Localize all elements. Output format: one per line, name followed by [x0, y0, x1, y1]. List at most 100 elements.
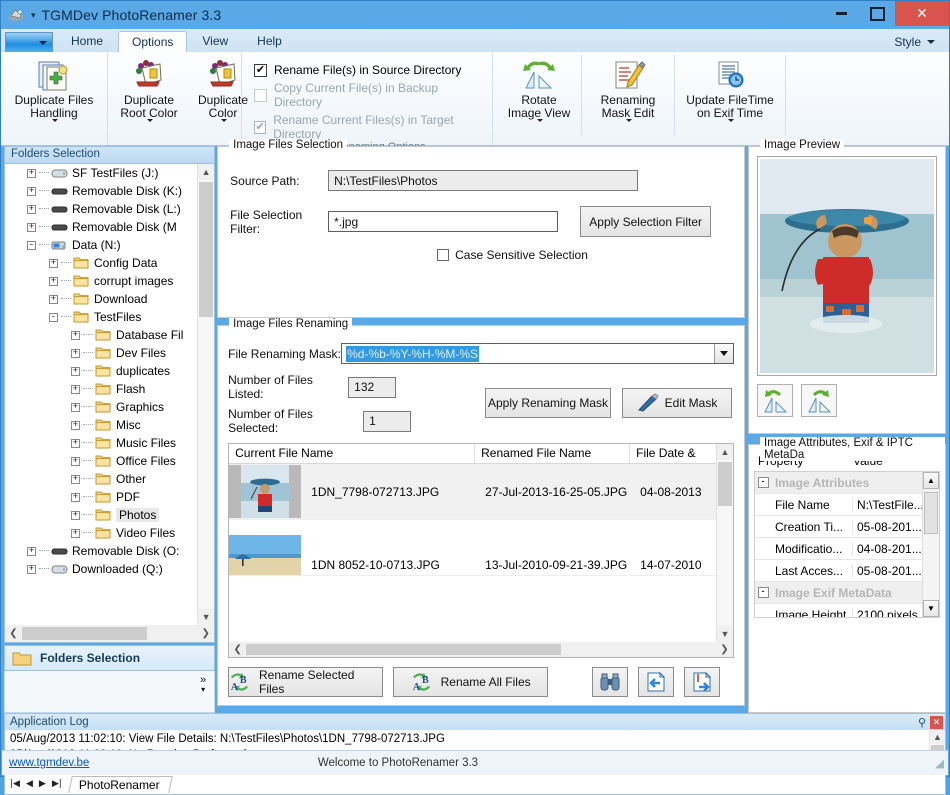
tree-item[interactable]: + Office Files — [5, 452, 198, 470]
tree-expander[interactable]: + — [27, 564, 36, 574]
tree-expander[interactable]: + — [27, 186, 36, 196]
renaming-mask-edit-button[interactable]: Renaming Mask Edit — [582, 55, 675, 136]
tree-expander[interactable]: + — [71, 492, 80, 502]
close-icon[interactable]: ✕ — [930, 715, 943, 729]
apply-renaming-mask-button[interactable]: Apply Renaming Mask — [485, 387, 611, 418]
tree-expander[interactable]: + — [49, 276, 58, 286]
tree-vertical-scrollbar[interactable]: ▲ ▼ — [197, 164, 215, 625]
case-sensitive-checkbox[interactable] — [437, 249, 450, 261]
tree-expander[interactable]: - — [49, 312, 58, 322]
scroll-thumb[interactable] — [246, 644, 562, 655]
find-files-button[interactable] — [592, 667, 629, 697]
attributes-group-row[interactable]: - Image Attributes — [755, 472, 923, 494]
scroll-right-button[interactable]: ❯ — [716, 644, 733, 655]
rename-all-files-button[interactable]: A B Rename All Files — [393, 667, 549, 697]
tree-expander[interactable]: + — [71, 510, 80, 520]
duplicate-root-color-button[interactable]: Duplicate Root Color — [112, 55, 186, 122]
tab-options[interactable]: Options — [118, 31, 188, 53]
scroll-thumb[interactable] — [718, 462, 732, 506]
website-link[interactable]: www.tgmdev.be — [9, 757, 89, 769]
tree-expander[interactable]: + — [71, 348, 80, 358]
nav-next-button[interactable]: ▶ — [37, 779, 48, 789]
checkbox-copy-in-backup[interactable]: Copy Current File(s) in Backup Directory — [254, 81, 488, 109]
file-list-horizontal-scrollbar[interactable]: ❮ ❯ — [229, 642, 733, 657]
apply-selection-filter-button[interactable]: Apply Selection Filter — [580, 206, 712, 237]
tree-expander[interactable]: + — [71, 456, 80, 466]
checkbox-rename-in-source[interactable]: ✔ Rename File(s) in Source Directory — [254, 63, 488, 77]
image-preview-frame[interactable] — [757, 156, 937, 376]
scroll-up-button[interactable]: ▲ — [717, 444, 733, 460]
tree-item[interactable]: + Download — [5, 290, 198, 308]
tree-expander[interactable]: + — [27, 168, 36, 178]
scroll-thumb[interactable] — [924, 492, 938, 534]
edit-mask-button[interactable]: Edit Mask — [622, 387, 732, 418]
chevron-down-icon[interactable] — [714, 344, 733, 363]
rotate-left-button[interactable] — [757, 384, 793, 417]
maximize-button[interactable] — [859, 1, 895, 26]
tree-item[interactable]: + Removable Disk (O: — [5, 542, 198, 560]
tree-expander[interactable]: - — [27, 240, 36, 250]
attributes-row[interactable]: Last Acces... 05-08-201... — [755, 560, 923, 582]
tree-expander[interactable]: + — [27, 222, 36, 232]
tree-item[interactable]: + SF TestFiles (J:) — [5, 164, 198, 182]
tree-item[interactable]: + Video Files — [5, 524, 198, 542]
column-renamed-file-name[interactable]: Renamed File Name — [475, 444, 631, 463]
tree-item[interactable]: + Other — [5, 470, 198, 488]
tree-expander[interactable]: + — [71, 438, 80, 448]
tree-expander[interactable]: + — [71, 330, 80, 340]
scroll-up-button[interactable]: ▲ — [930, 730, 945, 744]
scroll-right-button[interactable]: ❯ — [197, 628, 214, 639]
minimize-button[interactable] — [823, 1, 859, 26]
tree-item[interactable]: + Dev Files — [5, 344, 198, 362]
folder-tree[interactable]: +CD Drive (E:)+ACER (F:)+Win7 (G:)+Stora… — [5, 164, 198, 625]
tree-horizontal-scrollbar[interactable]: ❮ ❯ — [5, 625, 215, 642]
scroll-left-button[interactable]: ❮ — [229, 644, 246, 655]
nav-first-button[interactable]: |◀ — [8, 779, 22, 789]
tree-item[interactable]: + PDF — [5, 488, 198, 506]
app-menu-button[interactable] — [5, 32, 53, 52]
scroll-down-button[interactable]: ▼ — [923, 600, 939, 617]
attributes-row[interactable]: Modificatio... 04-08-201... — [755, 538, 923, 560]
duplicate-files-handling-button[interactable]: Duplicate Files Handling — [9, 55, 100, 122]
file-renaming-mask-combobox[interactable]: %d-%b-%Y-%H-%M-%S — [341, 343, 734, 364]
table-row[interactable]: 1DN_7798-072713.JPG 27-Jul-2013-16-25-05… — [229, 464, 733, 520]
scroll-down-button[interactable]: ▼ — [198, 609, 215, 625]
tree-expander[interactable]: + — [71, 420, 80, 430]
file-list-vertical-scrollbar[interactable]: ▲ ▼ — [716, 444, 733, 642]
tree-item[interactable]: + Photos — [5, 506, 198, 524]
sheet-tab-photorenamer[interactable]: PhotoRenamer — [67, 775, 173, 793]
attributes-scrollbar[interactable]: ▲ ▼ — [922, 472, 939, 617]
nav-prev-button[interactable]: ◀ — [24, 779, 35, 789]
update-filetime-on-exif-time-button[interactable]: Update FileTime on Exif Time — [675, 55, 786, 136]
column-current-file-name[interactable]: Current File Name — [229, 444, 476, 463]
tree-expander[interactable]: + — [71, 528, 80, 538]
tree-item[interactable]: + Flash — [5, 380, 198, 398]
tree-expander[interactable]: + — [71, 474, 80, 484]
nav-last-button[interactable]: ▶| — [50, 779, 64, 789]
rename-selected-files-button[interactable]: A B Rename Selected Files — [228, 667, 384, 697]
tree-expander[interactable]: + — [27, 546, 36, 556]
group-expander[interactable]: - — [755, 587, 771, 598]
attributes-row[interactable]: File Name N:\TestFile... — [755, 494, 923, 516]
file-selection-filter-input[interactable]: *.jpg — [328, 211, 559, 232]
tree-item[interactable]: + corrupt images — [5, 272, 198, 290]
tree-expander[interactable]: + — [71, 366, 80, 376]
tree-expander[interactable]: + — [49, 258, 58, 268]
attributes-grid[interactable]: - Image Attributes File Name N:\TestFile...… — [754, 471, 940, 618]
tree-expander[interactable]: + — [27, 204, 36, 214]
tree-expander[interactable]: + — [71, 384, 80, 394]
tree-expander[interactable]: + — [71, 402, 80, 412]
tree-item[interactable]: - Data (N:) — [5, 236, 198, 254]
rotate-right-button[interactable] — [801, 384, 837, 417]
attributes-row[interactable]: Creation Ti... 05-08-201... — [755, 516, 923, 538]
tree-item[interactable]: + duplicates — [5, 362, 198, 380]
scroll-left-button[interactable]: ❮ — [5, 628, 22, 639]
dock-item-folders-selection[interactable]: Folders Selection — [4, 645, 216, 671]
tree-item[interactable]: + Removable Disk (M — [5, 218, 198, 236]
quick-access-toolbar-arrow[interactable]: ▾ — [31, 10, 36, 21]
pin-icon[interactable]: ⚲ — [918, 716, 926, 729]
next-file-button[interactable] — [684, 667, 721, 697]
scroll-thumb[interactable] — [22, 627, 147, 640]
scroll-up-button[interactable]: ▲ — [923, 472, 939, 489]
file-list[interactable]: Current File Name Renamed File Name File… — [228, 443, 734, 658]
